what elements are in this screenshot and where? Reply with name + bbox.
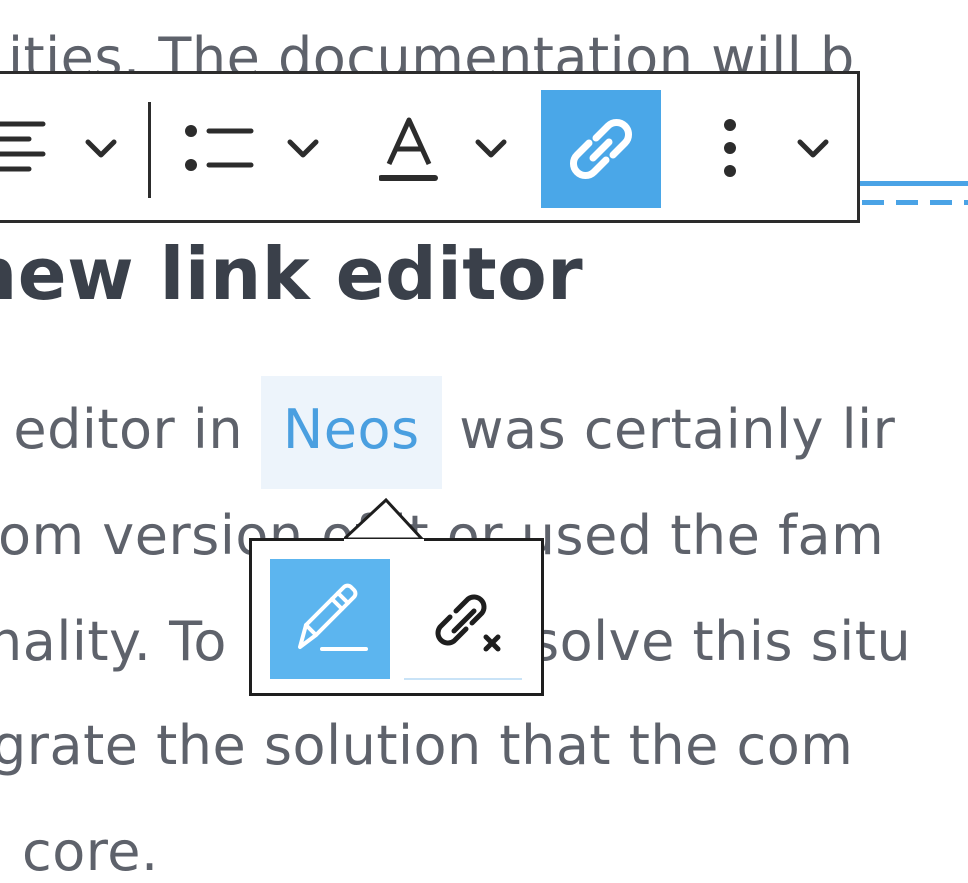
unlink-icon	[435, 594, 501, 652]
paragraph-text: .	[0, 398, 13, 461]
paragraph-text: nality. To	[0, 610, 227, 673]
paragraph-line-4: grate the solution that the com	[0, 714, 854, 777]
paragraph-text: solve this situ	[530, 610, 912, 673]
edit-link-button[interactable]	[270, 559, 390, 679]
section-heading: new link editor	[0, 232, 584, 316]
align-button[interactable]	[0, 114, 129, 184]
toolbar-separator	[148, 102, 151, 198]
text-format-icon	[379, 117, 438, 181]
chevron-down-icon	[287, 139, 319, 158]
paragraph-text: was certainly lir	[459, 398, 896, 461]
text-format-button[interactable]	[379, 114, 519, 184]
paragraph-line-5: core.	[22, 820, 159, 883]
chevron-down-icon	[797, 139, 829, 158]
formatting-toolbar	[0, 71, 860, 223]
pencil-icon	[298, 583, 368, 651]
unlink-button[interactable]	[404, 559, 524, 679]
list-icon	[185, 125, 254, 171]
paragraph-line-1: . editor in Neos was certainly lir	[0, 376, 896, 489]
popup-arrow	[344, 497, 426, 542]
link-popup	[249, 538, 544, 696]
chevron-down-icon	[85, 139, 117, 158]
paragraph-text: editor in	[13, 398, 244, 461]
more-options-button[interactable]	[705, 114, 845, 184]
link-button[interactable]	[541, 90, 661, 208]
align-icon	[0, 121, 46, 172]
list-button[interactable]	[179, 114, 339, 184]
more-vertical-icon	[724, 119, 736, 177]
selection-underline	[860, 181, 968, 186]
neos-link[interactable]: Neos	[260, 376, 442, 489]
chevron-down-icon	[475, 139, 507, 158]
unlink-underline	[404, 678, 522, 680]
link-icon	[570, 119, 632, 179]
selection-dashed-underline	[862, 200, 968, 205]
